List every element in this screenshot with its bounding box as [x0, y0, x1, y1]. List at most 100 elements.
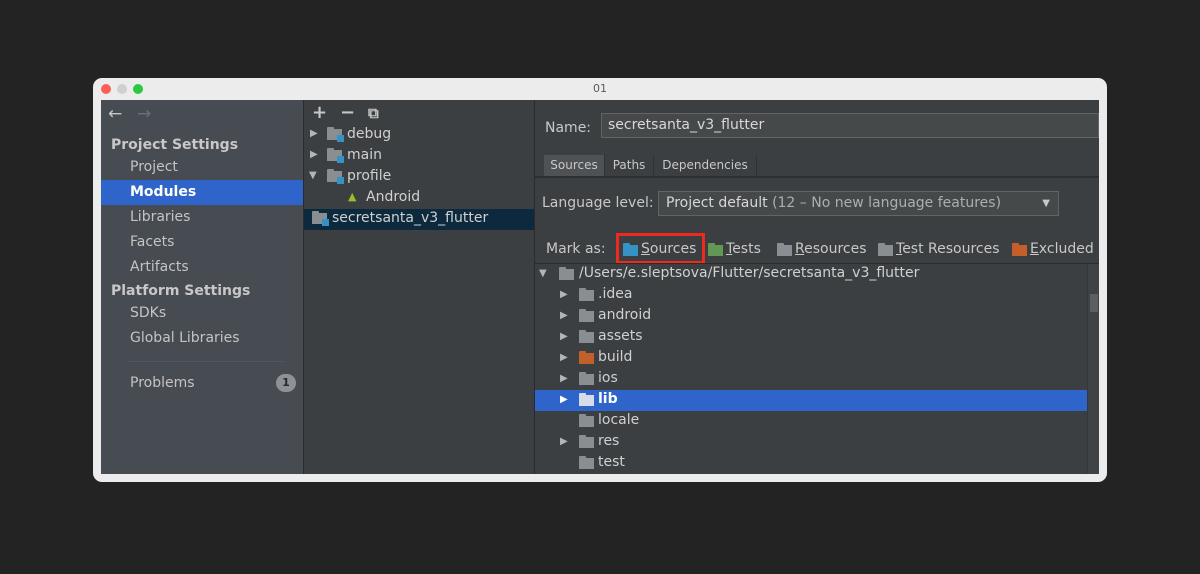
folder-icon	[559, 267, 574, 280]
tab-dependencies[interactable]: Dependencies	[654, 155, 757, 176]
tab-paths[interactable]: Paths	[605, 155, 654, 176]
tree-row-locale[interactable]: locale	[535, 411, 1088, 432]
tree-scrollbar[interactable]	[1087, 264, 1099, 474]
folder-icon	[579, 435, 594, 448]
collapse-arrow-icon[interactable]: ▼	[539, 268, 547, 279]
sidebar-divider	[129, 361, 284, 362]
folder-icon	[579, 414, 594, 427]
module-tree-label: Android	[366, 189, 421, 205]
sources-highlight-box	[616, 233, 705, 264]
tree-row-test[interactable]: test	[535, 453, 1088, 474]
tree-row-label: build	[598, 349, 633, 365]
expand-arrow-icon[interactable]: ▶	[560, 436, 568, 447]
expand-arrow-icon[interactable]: ▶	[560, 289, 568, 300]
module-details: Name: secretsanta_v3_flutter Sources Pat…	[535, 100, 1099, 474]
mark-as-label: Mark as:	[546, 241, 606, 257]
tab-sources[interactable]: Sources	[544, 155, 605, 176]
tree-row-build[interactable]: ▶ build	[535, 348, 1088, 369]
module-tree-label: profile	[347, 168, 392, 184]
tree-row-label: ios	[598, 370, 618, 386]
mark-option-label: Excluded	[1030, 241, 1094, 257]
tree-row-label: assets	[598, 328, 643, 344]
tree-row-lib[interactable]: ▶ lib	[535, 390, 1088, 411]
module-tree-label: debug	[347, 126, 392, 142]
scrollbar-thumb[interactable]	[1090, 294, 1098, 312]
tree-row-assets[interactable]: ▶ assets	[535, 327, 1088, 348]
tree-row-ios[interactable]: ▶ ios	[535, 369, 1088, 390]
sidebar-item-global-libraries[interactable]: Global Libraries	[101, 326, 303, 351]
sidebar-item-libraries[interactable]: Libraries	[101, 205, 303, 230]
sidebar-item-project[interactable]: Project	[101, 155, 303, 180]
expand-arrow-icon[interactable]: ▶	[310, 149, 318, 160]
module-tree-label: main	[347, 147, 382, 163]
expand-arrow-icon[interactable]: ▶	[560, 373, 568, 384]
name-label: Name:	[545, 120, 592, 136]
language-level-detail: (12 – No new language features)	[772, 195, 1002, 211]
tree-row-idea[interactable]: ▶ .idea	[535, 285, 1088, 306]
language-level-select[interactable]: Project default (12 – No new language fe…	[658, 191, 1059, 216]
project-structure-dialog: ← → Project Settings Project Modules Lib…	[101, 100, 1099, 474]
copy-module-icon[interactable]: ⧉	[368, 104, 379, 122]
tree-row-label: .idea	[598, 286, 633, 302]
module-folder-icon	[312, 211, 329, 226]
back-arrow-icon[interactable]: ←	[108, 104, 122, 124]
folder-icon	[579, 288, 594, 301]
content-root-tree: ▼ /Users/e.sleptsova/Flutter/secretsanta…	[535, 263, 1099, 474]
tab-divider	[535, 176, 1099, 178]
language-level-value: Project default	[666, 195, 768, 211]
sidebar-item-modules[interactable]: Modules	[101, 180, 303, 205]
add-module-icon[interactable]: +	[312, 102, 327, 123]
folder-icon	[579, 456, 594, 469]
mark-option-label: Resources	[795, 241, 867, 257]
folder-icon	[579, 309, 594, 322]
language-level-label: Language level:	[542, 195, 654, 211]
tree-row-label: res	[598, 433, 620, 449]
forward-arrow-icon[interactable]: →	[137, 104, 151, 124]
excluded-folder-icon	[1012, 243, 1027, 256]
tree-row-label: test	[598, 454, 625, 470]
module-tree-label: secretsanta_v3_flutter	[332, 210, 489, 226]
tree-row-label: locale	[598, 412, 640, 428]
module-tree-item-profile[interactable]: ▼ profile	[304, 167, 534, 188]
android-icon: ▲	[348, 190, 357, 203]
tree-root-path: /Users/e.sleptsova/Flutter/secretsanta_v…	[579, 265, 920, 281]
module-tree-item-secretsanta[interactable]: secretsanta_v3_flutter	[304, 209, 534, 230]
sidebar-item-sdks[interactable]: SDKs	[101, 301, 303, 326]
folder-icon	[579, 330, 594, 343]
module-name-field[interactable]: secretsanta_v3_flutter	[601, 113, 1099, 138]
window-title: 01	[593, 82, 607, 95]
mark-option-label: Tests	[726, 241, 761, 257]
folder-icon	[579, 393, 594, 406]
tree-row-label: android	[598, 307, 652, 323]
settings-sidebar: ← → Project Settings Project Modules Lib…	[101, 100, 304, 474]
modules-panel: + − ⧉ ▶ debug ▶ main ▼ profile ▲ Android	[304, 100, 535, 474]
title-bar: 01	[93, 78, 1107, 100]
tree-row-res[interactable]: ▶ res	[535, 432, 1088, 453]
module-folder-icon	[327, 127, 344, 142]
sidebar-item-facets[interactable]: Facets	[101, 230, 303, 255]
tree-row-label: lib	[598, 391, 618, 407]
folder-icon	[579, 372, 594, 385]
module-folder-icon	[327, 148, 344, 163]
ide-window: 01 ← → Project Settings Project Modules …	[93, 78, 1107, 482]
sidebar-item-problems[interactable]: Problems	[101, 371, 303, 396]
expand-arrow-icon[interactable]: ▶	[560, 352, 568, 363]
module-tree-item-android[interactable]: ▲ Android	[304, 188, 534, 209]
module-tree-item-debug[interactable]: ▶ debug	[304, 125, 534, 146]
expand-arrow-icon[interactable]: ▶	[560, 331, 568, 342]
collapse-arrow-icon[interactable]: ▼	[309, 170, 317, 181]
module-folder-icon	[327, 169, 344, 184]
resources-folder-icon	[777, 243, 792, 256]
remove-module-icon[interactable]: −	[340, 102, 355, 123]
tree-row-android[interactable]: ▶ android	[535, 306, 1088, 327]
expand-arrow-icon[interactable]: ▶	[310, 128, 318, 139]
module-tree-item-main[interactable]: ▶ main	[304, 146, 534, 167]
dropdown-caret-icon: ▼	[1042, 198, 1050, 209]
sidebar-item-artifacts[interactable]: Artifacts	[101, 255, 303, 280]
tests-folder-icon	[708, 243, 723, 256]
tree-root-row[interactable]: ▼ /Users/e.sleptsova/Flutter/secretsanta…	[535, 264, 1088, 285]
mark-option-label: Test Resources	[896, 241, 1000, 257]
test-resources-folder-icon	[878, 243, 893, 256]
expand-arrow-icon[interactable]: ▶	[560, 310, 568, 321]
expand-arrow-icon[interactable]: ▶	[560, 394, 568, 405]
